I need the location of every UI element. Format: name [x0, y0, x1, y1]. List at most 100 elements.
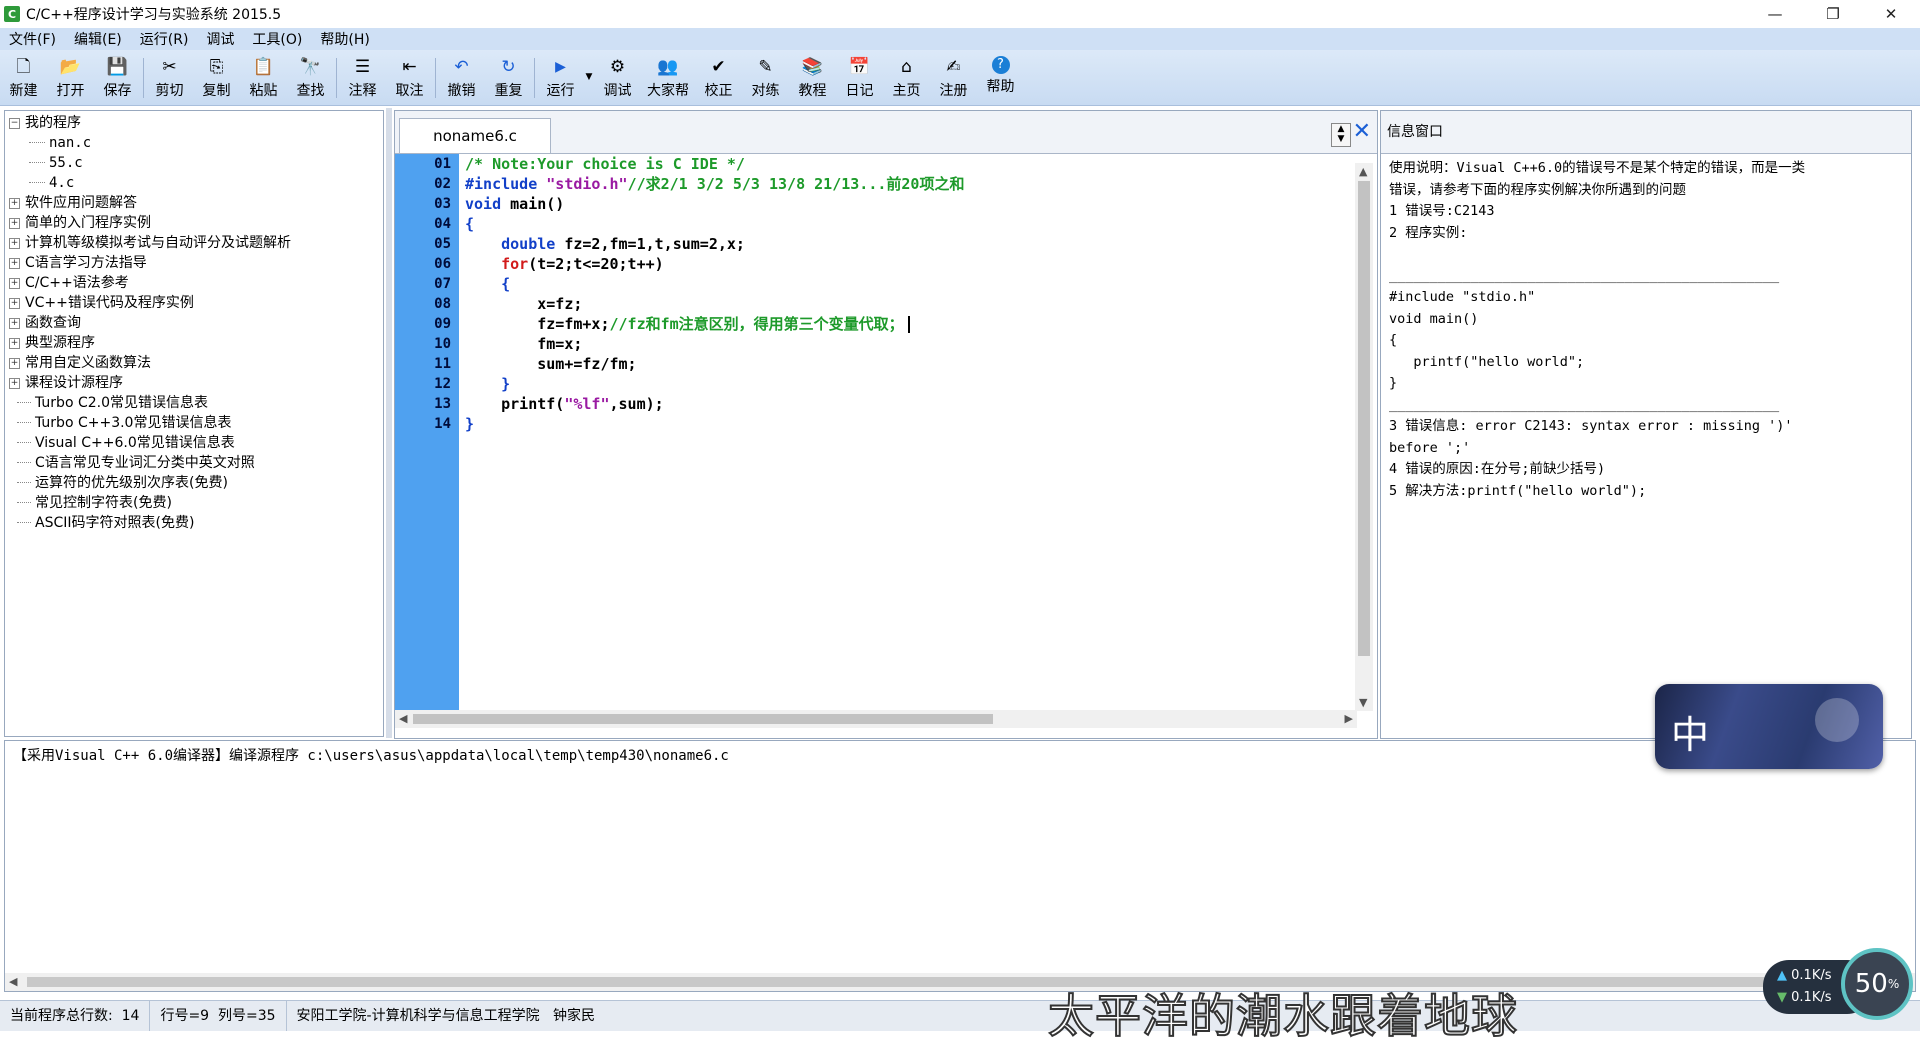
menu-file[interactable]: 文件(F)	[0, 29, 65, 49]
tree-folder[interactable]: + 典型源程序	[5, 333, 383, 353]
cut-button[interactable]: ✂ 剪切	[146, 50, 193, 102]
copy-button[interactable]: ⎘ 复制	[193, 50, 240, 102]
tutorial-icon: 📚	[801, 57, 824, 77]
run-icon: ▶	[555, 59, 566, 75]
undo-button[interactable]: ↶ 撤销	[438, 50, 485, 102]
menu-tools[interactable]: 工具(O)	[243, 29, 311, 49]
comment-icon: ☰	[354, 57, 371, 77]
tree-folder[interactable]: + 计算机等级模拟考试与自动评分及试题解析	[5, 233, 383, 253]
expand-icon[interactable]: +	[9, 217, 20, 229]
code-text-area[interactable]: /* Note:Your choice is C IDE */ #include…	[465, 154, 1347, 714]
info-window-title: 信息窗口	[1381, 111, 1911, 154]
text-cursor	[907, 316, 910, 333]
expand-icon[interactable]: +	[9, 297, 20, 309]
expand-icon[interactable]: +	[9, 197, 20, 209]
new-button[interactable]: 🗋 新建	[0, 50, 47, 102]
tab-scroll-icon[interactable]: ▲ ▼	[1331, 123, 1351, 147]
network-speed-widget[interactable]: ▲ 0.1K/s ▼ 0.1K/s 50%	[1763, 948, 1913, 1020]
check-button[interactable]: ✔ 校正	[695, 50, 742, 102]
collapse-icon[interactable]: −	[9, 117, 20, 129]
tree-folder[interactable]: + 软件应用问题解答	[5, 193, 383, 213]
tree-leaf[interactable]: 运算符的优先级别次序表(免费)	[5, 473, 383, 493]
expand-icon[interactable]: +	[9, 337, 20, 349]
paste-icon: 📋	[252, 57, 275, 77]
paste-button[interactable]: 📋 粘贴	[240, 50, 287, 102]
code-line: #include "stdio.h"//求2/1 3/2 5/3 13/8 21…	[465, 175, 965, 193]
tree-folder[interactable]: + VC++错误代码及程序实例	[5, 293, 383, 313]
tree-folder[interactable]: + C语言学习方法指导	[5, 253, 383, 273]
tree-leaf[interactable]: Turbo C++3.0常见错误信息表	[5, 413, 383, 433]
expand-icon[interactable]: +	[9, 357, 20, 369]
splitter[interactable]	[386, 108, 392, 738]
open-folder-icon: 📂	[59, 57, 82, 77]
tab-noname6[interactable]: noname6.c	[399, 118, 551, 153]
tree-leaf[interactable]: Turbo C2.0常见错误信息表	[5, 393, 383, 413]
tree-leaf[interactable]: Visual C++6.0常见错误信息表	[5, 433, 383, 453]
save-button[interactable]: 💾 保存	[94, 50, 141, 102]
comment-button[interactable]: ☰ 注释	[339, 50, 386, 102]
tree-file[interactable]: 4.c	[5, 173, 383, 193]
run-dropdown-icon[interactable]: ▼	[584, 72, 594, 82]
expand-icon[interactable]: +	[9, 317, 20, 329]
expand-icon[interactable]: +	[9, 277, 20, 289]
editor-horizontal-scrollbar[interactable]: ◀ ▶	[395, 710, 1357, 728]
output-horizontal-scrollbar[interactable]: ◀	[5, 973, 1915, 991]
open-button[interactable]: 📂 打开	[47, 50, 94, 102]
menu-help[interactable]: 帮助(H)	[311, 29, 378, 49]
debug-button[interactable]: ⚙ 调试	[594, 50, 641, 102]
tree-folder[interactable]: + 函数查询	[5, 313, 383, 333]
scroll-up-icon[interactable]: ▲	[1359, 165, 1367, 178]
editor-vertical-scrollbar[interactable]: ▲ ▼	[1355, 163, 1373, 711]
scroll-right-icon[interactable]: ▶	[1345, 712, 1353, 725]
tree-file[interactable]: nan.c	[5, 133, 383, 153]
tree-folder[interactable]: + 简单的入门程序实例	[5, 213, 383, 233]
tree-file[interactable]: 55.c	[5, 153, 383, 173]
tree-folder[interactable]: + 常用自定义函数算法	[5, 353, 383, 373]
scrollbar-thumb[interactable]	[1358, 181, 1370, 656]
help-button[interactable]: ? 帮助	[977, 50, 1024, 102]
tree-leaf[interactable]: ASCII码字符对照表(免费)	[5, 513, 383, 533]
home-button[interactable]: ⌂ 主页	[883, 50, 930, 102]
code-editor: noname6.c ▲ ▼ ✕ 01 02 03 04 05 06 07 08 0…	[394, 110, 1378, 739]
tree-root-my-programs[interactable]: − 我的程序	[5, 113, 383, 133]
register-button[interactable]: ✍ 注册	[930, 50, 977, 102]
expand-icon[interactable]: +	[9, 377, 20, 389]
cursor-position-status: 行号=9 列号=35	[150, 1001, 287, 1031]
code-line: x=fz;	[537, 295, 583, 313]
menu-run[interactable]: 运行(R)	[131, 29, 198, 49]
uncomment-button[interactable]: ⇤ 取注	[386, 50, 433, 102]
scrollbar-thumb[interactable]	[413, 714, 993, 724]
scroll-left-icon[interactable]: ◀	[399, 712, 407, 725]
diary-button[interactable]: 📅 日记	[836, 50, 883, 102]
menu-debug[interactable]: 调试	[197, 29, 243, 49]
minimize-button[interactable]: —	[1746, 0, 1804, 28]
save-icon: 💾	[106, 57, 129, 77]
close-button[interactable]: ✕	[1862, 0, 1920, 28]
run-button[interactable]: ▶ 运行	[537, 50, 584, 102]
ime-floating-widget[interactable]: 中	[1655, 684, 1883, 769]
scroll-down-icon[interactable]: ▼	[1359, 696, 1367, 709]
undo-icon: ↶	[454, 57, 469, 77]
tree-folder[interactable]: + C/C++语法参考	[5, 273, 383, 293]
scroll-left-icon[interactable]: ◀	[9, 975, 17, 988]
toolbar: 🗋 新建 📂 打开 💾 保存 ✂ 剪切 ⎘ 复制 📋 粘贴 🔭 查找 ☰ 注释 ⇤ 取注 ↶ 撤销 …	[0, 50, 1920, 106]
help-each-other-button[interactable]: 👥 大家帮	[641, 50, 695, 102]
expand-icon[interactable]: +	[9, 257, 20, 269]
editor-tabbar: noname6.c ▲ ▼ ✕	[395, 111, 1377, 154]
output-window: 【采用Visual C++ 6.0编译器】编译源程序 c:\users\asus…	[4, 740, 1916, 992]
tree-leaf[interactable]: 常见控制字符表(免费)	[5, 493, 383, 513]
maximize-button[interactable]: ❐	[1804, 0, 1862, 28]
close-tab-icon[interactable]: ✕	[1353, 119, 1371, 144]
tree-leaf[interactable]: C语言常见专业词汇分类中英文对照	[5, 453, 383, 473]
redo-button[interactable]: ↻ 重复	[485, 50, 532, 102]
practice-button[interactable]: ✎ 对练	[742, 50, 789, 102]
line-number: 06	[434, 256, 451, 272]
line-number: 12	[434, 376, 451, 392]
tutorial-button[interactable]: 📚 教程	[789, 50, 836, 102]
find-button[interactable]: 🔭 查找	[287, 50, 334, 102]
menu-edit[interactable]: 编辑(E)	[65, 29, 131, 49]
tree-folder[interactable]: + 课程设计源程序	[5, 373, 383, 393]
expand-icon[interactable]: +	[9, 237, 20, 249]
download-arrow-icon: ▼	[1777, 990, 1787, 1005]
video-subtitle: 太平洋的潮水跟着地球	[1047, 988, 1518, 1044]
